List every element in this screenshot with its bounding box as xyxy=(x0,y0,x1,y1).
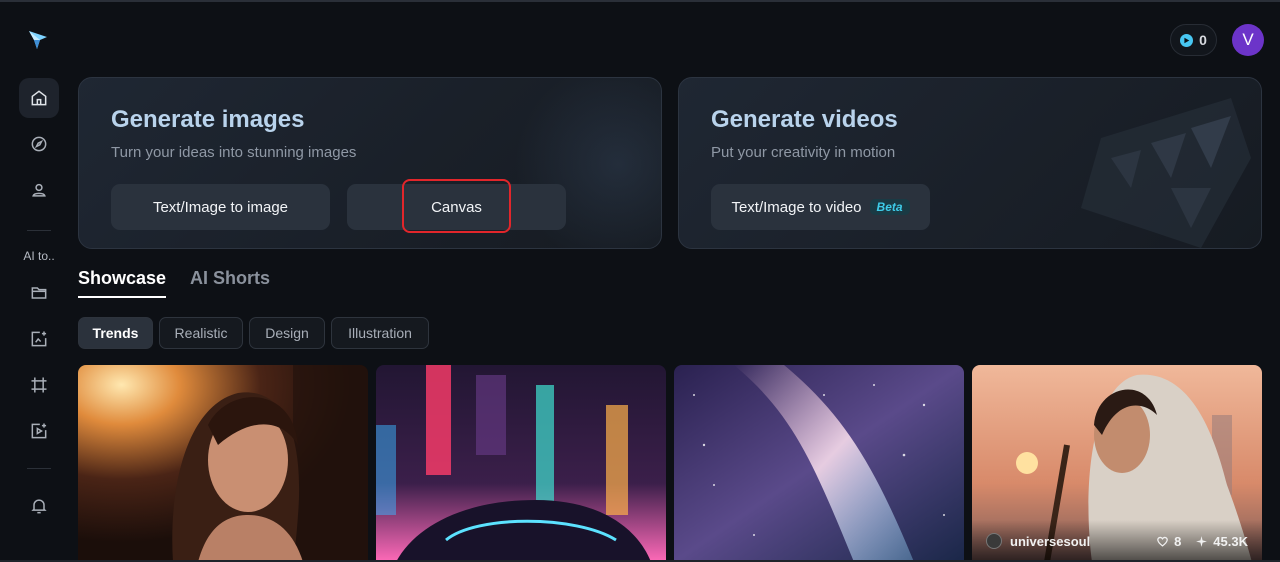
filter-design[interactable]: Design xyxy=(249,317,325,349)
author-avatar[interactable] xyxy=(986,533,1002,549)
generate-images-title: Generate images xyxy=(111,106,305,133)
canvas-button[interactable]: Canvas xyxy=(347,184,566,230)
remix-stat[interactable]: 45.3K xyxy=(1195,534,1248,549)
gallery-item-portrait[interactable] xyxy=(78,365,368,562)
top-border xyxy=(0,0,1280,2)
text-image-to-image-button[interactable]: Text/Image to image xyxy=(111,184,330,230)
user-icon xyxy=(32,183,46,197)
play-arrows-decoration xyxy=(1081,98,1251,248)
sparkle-logo-icon[interactable] xyxy=(26,28,50,52)
credit-coin-icon xyxy=(1180,33,1194,47)
generate-images-subtitle: Turn your ideas into stunning images xyxy=(111,144,357,161)
sidebar-item-assets[interactable] xyxy=(19,273,59,313)
gallery-item-galaxy[interactable] xyxy=(674,365,964,562)
sidebar-item-notifications[interactable] xyxy=(19,486,59,526)
likes-count: 8 xyxy=(1174,533,1182,549)
sidebar-item-home[interactable] xyxy=(19,78,59,118)
sidebar-item-explore[interactable] xyxy=(19,124,59,164)
compass-icon xyxy=(31,136,47,152)
filter-trends[interactable]: Trends xyxy=(78,317,153,349)
gallery-item-car[interactable] xyxy=(376,365,666,562)
sidebar: AI to.. xyxy=(0,0,78,562)
crop-frame-icon xyxy=(31,377,47,393)
video-sparkle-icon xyxy=(31,423,47,439)
tab-showcase[interactable]: Showcase xyxy=(78,268,166,289)
filter-illustration[interactable]: Illustration xyxy=(331,317,429,349)
bell-icon xyxy=(31,499,47,514)
generate-images-card: Generate images Turn your ideas into stu… xyxy=(78,77,662,249)
author-name[interactable]: universesoul xyxy=(1010,534,1090,549)
text-image-to-video-button[interactable]: Text/Image to video Beta xyxy=(711,184,930,230)
sidebar-ai-tools-label: AI to.. xyxy=(23,249,55,263)
text-image-to-video-label: Text/Image to video xyxy=(731,198,862,216)
car-image xyxy=(376,365,666,562)
portrait-image xyxy=(78,365,368,562)
image-sparkle-icon xyxy=(31,331,47,347)
home-icon xyxy=(31,90,47,106)
sparkle-icon xyxy=(1196,535,1208,547)
sidebar-item-image-tool[interactable] xyxy=(19,319,59,359)
gallery-item-woman-veil[interactable]: universesoul 8 45.3K xyxy=(972,365,1262,562)
sidebar-divider xyxy=(27,468,51,469)
sidebar-item-canvas-tool[interactable] xyxy=(19,365,59,405)
galaxy-image xyxy=(674,365,964,562)
generate-videos-card: Generate videos Put your creativity in m… xyxy=(678,77,1262,249)
credits-badge[interactable]: 0 xyxy=(1170,24,1217,56)
generate-videos-subtitle: Put your creativity in motion xyxy=(711,144,896,161)
sidebar-divider xyxy=(27,230,51,231)
heart-icon xyxy=(1157,536,1168,547)
credits-count: 0 xyxy=(1199,32,1207,48)
generate-videos-title: Generate videos xyxy=(711,106,898,133)
remix-count: 45.3K xyxy=(1213,533,1248,549)
filter-realistic[interactable]: Realistic xyxy=(159,317,243,349)
likes-stat[interactable]: 8 xyxy=(1156,534,1181,549)
tab-ai-shorts[interactable]: AI Shorts xyxy=(190,268,270,289)
folder-icon xyxy=(31,287,47,299)
avatar[interactable]: V xyxy=(1232,24,1264,56)
active-tab-underline xyxy=(78,296,166,298)
gallery-item-meta: universesoul 8 45.3K xyxy=(972,520,1262,562)
sidebar-item-video-tool[interactable] xyxy=(19,411,59,451)
sidebar-item-profile[interactable] xyxy=(19,170,59,210)
beta-badge: Beta xyxy=(869,199,910,215)
